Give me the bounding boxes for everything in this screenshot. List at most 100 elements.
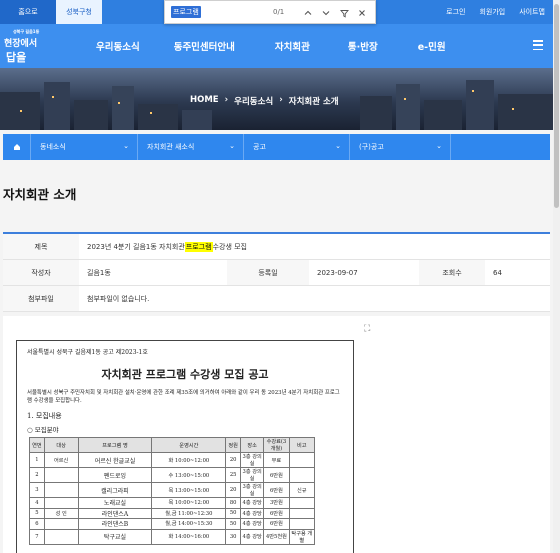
table-header: 비고	[288, 437, 316, 453]
notice-document-image: 서울특별시 성북구 길음제1동 공고 제2023-1호 자치회관 프로그램 수강…	[16, 340, 354, 553]
program-table: 연번 대상 프로그램 명 운영시간 정원 장소 수강료(3개월) 비고 1 어르신…	[29, 437, 316, 545]
table-row: 2 펜드로잉 수 13:00~15:00 25 3층 강의실 6만원	[29, 467, 316, 483]
nav-item-e-civil[interactable]: e-민원	[418, 39, 446, 53]
nav-item-news[interactable]: 우리동소식	[96, 39, 140, 53]
table-cell: 80	[225, 497, 242, 509]
table-header: 운영시간	[151, 437, 227, 453]
page-scrollbar[interactable]	[553, 0, 560, 553]
author-label: 작성자	[3, 260, 79, 285]
table-cell: 3	[29, 482, 45, 498]
signup-link[interactable]: 회원가입	[479, 7, 505, 17]
sitemap-link[interactable]: 사이트맵	[519, 7, 545, 17]
breadcrumb: HOME › 우리동소식 › 자치회관 소개	[190, 95, 339, 107]
sub-nav-notice[interactable]: 공고 ⌄	[244, 134, 350, 160]
sub-nav-label: 동네소식	[40, 143, 66, 151]
main-menu: 우리동소식 동주민센터안내 자치회관 통·반장 e-민원	[96, 24, 446, 68]
hamburger-menu-icon[interactable]	[533, 40, 543, 50]
login-link[interactable]: 로그인	[446, 7, 465, 17]
sub-nav-old-notice[interactable]: (구)공고 ⌄	[350, 134, 451, 160]
table-cell	[288, 518, 316, 530]
chevron-up-icon	[304, 10, 312, 15]
table-cell	[288, 497, 316, 509]
table-cell: 20	[225, 452, 242, 468]
home-tab[interactable]: 홈으로	[0, 0, 56, 24]
author-value: 길음1동	[87, 268, 111, 277]
find-in-page-bar: 프로그램 0/1	[164, 0, 376, 24]
nav-item-tongban[interactable]: 통·반장	[348, 39, 378, 53]
table-cell: 50	[225, 518, 242, 530]
nav-item-community-hall[interactable]: 자치회관	[275, 39, 310, 53]
find-input[interactable]: 프로그램	[171, 6, 201, 18]
table-header: 정원	[225, 437, 242, 453]
sub-nav-home-button[interactable]	[3, 134, 31, 160]
seongbuk-gu-tab[interactable]: 성북구청	[56, 0, 102, 24]
find-next-button[interactable]	[319, 6, 333, 20]
chevron-down-icon: ⌄	[436, 142, 442, 150]
table-header: 연번	[29, 437, 45, 453]
table-row: 7 탁구교실 화 14:00~16:00 30 4층 강당 4만5천원 탁구용 개별	[29, 528, 316, 545]
breadcrumb-news[interactable]: 우리동소식	[234, 95, 273, 107]
breadcrumb-separator: ›	[279, 95, 283, 105]
table-cell: 30	[225, 528, 242, 545]
table-cell	[288, 507, 316, 519]
sub-nav-hall-news[interactable]: 자치회관 새소식 ⌄	[138, 134, 244, 160]
main-navigation: 성북구 길음1동 현장에서 답을 우리동소식 동주민센터안내 자치회관 통·반장…	[0, 24, 553, 68]
table-cell	[288, 452, 316, 468]
logo-subtitle: 성북구 길음1동	[13, 29, 40, 34]
table-cell: 탁구용 개별	[288, 528, 316, 545]
home-icon	[13, 144, 20, 150]
table-cell: 5	[29, 507, 45, 519]
table-cell: 6만원	[263, 507, 290, 519]
table-cell: 3만원	[263, 497, 290, 509]
table-row: 4 노래교실 목 10:00~12:00 80 4층 강당 3만원	[29, 497, 316, 509]
sub-nav-neighborhood-news[interactable]: 동네소식 ⌄	[31, 134, 138, 160]
sub-nav-label: (구)공고	[359, 143, 384, 151]
table-cell: 4층 강당	[240, 497, 265, 509]
hero-banner: HOME › 우리동소식 › 자치회관 소개	[0, 68, 553, 130]
table-cell: 50	[225, 507, 242, 519]
table-cell: 6만원	[263, 482, 290, 498]
table-cell: 6만원	[263, 518, 290, 530]
table-row: 6 라인댄스B 월,금 14:00~15:30 50 4층 강당 6만원	[29, 518, 316, 530]
post-info-table: 제목 2023년 4분기 길음1동 자치회관 프로그램 수강생 모집 작성자 길…	[3, 232, 550, 312]
find-close-button[interactable]	[355, 6, 369, 20]
table-header: 프로그램 명	[77, 437, 153, 453]
post-title-row: 제목 2023년 4분기 길음1동 자치회관 프로그램 수강생 모집	[3, 234, 550, 260]
table-cell: 월,금 14:00~15:30	[151, 518, 227, 530]
views-value: 64	[493, 268, 502, 277]
table-header: 수강료(3개월)	[263, 437, 290, 453]
scrollbar-thumb[interactable]	[554, 4, 559, 208]
table-cell: 2	[29, 467, 45, 483]
table-cell: 목 10:00~12:00	[151, 497, 227, 509]
site-logo[interactable]: 성북구 길음1동 현장에서 답을	[4, 27, 44, 65]
title-label: 제목	[3, 234, 79, 259]
expand-icon[interactable]: ⛶	[364, 324, 370, 334]
nav-item-center-info[interactable]: 동주민센터안내	[174, 39, 235, 53]
table-cell: 화 14:00~16:00	[151, 528, 227, 545]
chevron-down-icon	[322, 11, 330, 16]
date-label: 등록일	[227, 260, 309, 285]
table-cell: 펜드로잉	[77, 467, 153, 483]
table-row: 1 어르신 어르신 한글교실 화 10:00~12:00 20 3층 강의실 무료	[29, 452, 316, 468]
table-cell	[43, 482, 79, 498]
table-cell: 6만원	[263, 467, 290, 483]
post-body: ⛶ 서울특별시 성북구 길음제1동 공고 제2023-1호 자치회관 프로그램 …	[3, 316, 550, 553]
table-cell: 4만5천원	[263, 528, 290, 545]
table-cell: 7	[29, 528, 45, 545]
breadcrumb-home[interactable]: HOME	[190, 95, 219, 107]
find-previous-button[interactable]	[301, 6, 315, 20]
logo-line-1: 현장에서	[4, 39, 38, 49]
table-row: 5성 인 라인댄스A 월,금 11:00~12:30 50 4층 강당 6만원	[29, 507, 316, 519]
table-cell: 4	[29, 497, 45, 509]
table-cell: 3층 강의실	[240, 482, 265, 498]
table-cell: 어르신	[43, 452, 79, 468]
close-icon	[359, 10, 365, 16]
filter-icon	[339, 9, 349, 18]
document-intro: 서울특별시 성북구 주민자치회 및 자치회관 설치·운영에 관한 조례 제35조…	[27, 390, 340, 404]
chevron-down-icon: ⌄	[229, 142, 235, 150]
breadcrumb-current: 자치회관 소개	[288, 97, 339, 107]
find-filter-button[interactable]	[337, 6, 351, 20]
sub-nav-label: 자치회관 새소식	[147, 143, 195, 151]
table-cell: 탁구교실	[77, 528, 153, 545]
table-cell: 3층 강의실	[240, 467, 265, 483]
